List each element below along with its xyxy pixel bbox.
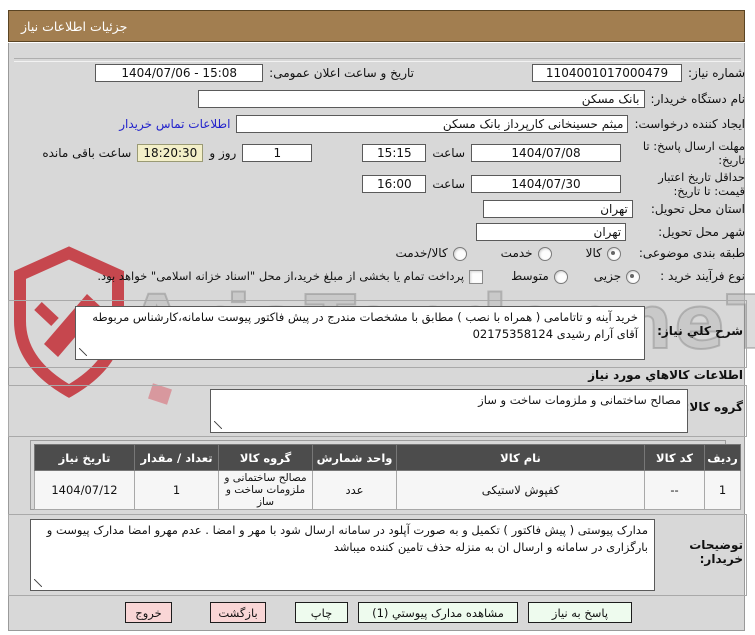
description-label: شرح کلي نیاز:: [657, 324, 743, 338]
subject-class-option-service[interactable]: خدمت: [501, 246, 552, 261]
price-validity-date-field[interactable]: 1404/07/30: [471, 175, 621, 194]
announce-datetime-label: تاریخ و ساعت اعلان عمومی:: [269, 65, 414, 80]
request-creator-field[interactable]: میثم حسینخانی کارپرداز بانک مسکن: [236, 115, 629, 133]
col-item-code: کد کالا: [644, 444, 705, 471]
reply-deadline-label: مهلت ارسال پاسخ: تا تاریخ:: [642, 139, 745, 168]
view-attachments-button[interactable]: مشاهده مدارک پیوستي (1): [358, 602, 518, 623]
price-validity-time-field[interactable]: 16:00: [362, 175, 427, 194]
buyer-notes-textarea[interactable]: مدارک پیوستی ( پیش فاکتور ) تکمیل و به ص…: [30, 519, 655, 591]
reply-to-need-button[interactable]: پاسخ به نیاز: [528, 602, 632, 623]
buyer-org-label: نام دستگاه خریدار:: [650, 91, 746, 106]
radio-goods-icon[interactable]: [606, 246, 621, 261]
radio-minor-icon[interactable]: [626, 269, 641, 284]
row-buyer-org: نام دستگاه خریدار: بانک مسکن: [6, 90, 745, 108]
cell-group: مصالح ساختمانی و ملزومات ساخت و ساز: [218, 469, 313, 511]
items-table-panel: ردیف کد کالا نام کالا واحد شمارش گروه کا…: [30, 440, 741, 511]
row-purchase-type: نوع فرآیند خرید : جزیی متوسط پرداخت تمام…: [6, 269, 745, 284]
goods-group-label: گروه کالا:: [684, 400, 743, 414]
treasury-payment-checkbox[interactable]: پرداخت تمام یا بخشی از مبلغ خرید،از محل …: [97, 269, 484, 284]
province-label: استان محل تحویل:: [650, 201, 745, 216]
reply-deadline-date-field[interactable]: 1404/07/08: [471, 144, 621, 163]
goods-group-field[interactable]: مصالح ساختمانی و ملزومات ساخت و ساز: [210, 389, 688, 433]
subject-class-label: طبقه بندی موضوعی:: [638, 246, 745, 260]
price-validity-label: حداقل تاریخ اعتبار قیمت: تا تاریخ:: [658, 170, 745, 199]
row-city: شهر محل تحویل: تهران: [6, 223, 745, 241]
announce-datetime-field[interactable]: 1404/07/06 - 15:08: [95, 64, 264, 82]
col-need-date: تاریخ نیاز: [34, 444, 135, 471]
table-row: 1 -- کفپوش لاستیکی عدد مصالح ساختمانی و …: [34, 469, 741, 511]
remaining-days-field[interactable]: 1: [242, 144, 313, 163]
checkbox-icon[interactable]: [469, 269, 484, 284]
row-subject-class: طبقه بندی موضوعی: کالا خدمت کالا/خدمت: [6, 246, 745, 261]
items-table-header-row: ردیف کد کالا نام کالا واحد شمارش گروه کا…: [34, 444, 741, 471]
price-validity-time-label: ساعت: [432, 176, 465, 191]
row-price-validity: حداقل تاریخ اعتبار قیمت: تا تاریخ: 1404/…: [6, 170, 745, 199]
buyer-org-field[interactable]: بانک مسکن: [197, 90, 645, 108]
cell-item-code: --: [644, 469, 705, 511]
need-number-label: شماره نیاز:: [688, 65, 745, 80]
request-creator-label: ایجاد کننده درخواست:: [634, 116, 745, 131]
back-button[interactable]: بازگشت: [210, 602, 266, 623]
col-quantity: تعداد / مقدار: [134, 444, 219, 471]
cell-row-number: 1: [704, 469, 741, 511]
radio-medium-icon[interactable]: [553, 269, 568, 284]
radio-goods-service-icon[interactable]: [452, 246, 467, 261]
cell-need-date: 1404/07/12: [34, 469, 135, 511]
remaining-time-label: ساعت باقی مانده: [42, 145, 132, 160]
col-unit: واحد شمارش: [312, 444, 397, 471]
province-field[interactable]: تهران: [482, 200, 633, 218]
description-textarea[interactable]: خرید آینه و تاتامامی ( همراه با نصب ) مط…: [75, 306, 645, 360]
col-group: گروه کالا: [218, 444, 313, 471]
row-province: استان محل تحویل: تهران: [6, 200, 745, 218]
need-number-field[interactable]: 1104001017000479: [532, 64, 682, 82]
col-item-name: نام کالا: [396, 444, 645, 471]
exit-button[interactable]: خروج: [125, 602, 172, 623]
city-field[interactable]: تهران: [476, 223, 627, 241]
city-label: شهر محل تحویل:: [658, 224, 745, 239]
row-reply-deadline: مهلت ارسال پاسخ: تا تاریخ: 1404/07/08 سا…: [6, 139, 745, 168]
cell-quantity: 1: [134, 469, 219, 511]
cell-unit: عدد: [312, 469, 397, 511]
subject-class-option-goods-service[interactable]: کالا/خدمت: [395, 246, 467, 261]
purchase-type-option-medium[interactable]: متوسط: [511, 269, 568, 284]
row-request-creator: ایجاد کننده درخواست: میثم حسینخانی کارپر…: [6, 115, 745, 133]
remaining-days-label: روز و: [209, 145, 237, 160]
cell-item-name: کفپوش لاستیکی: [396, 469, 645, 511]
items-section-title: اطلاعات کالاهاي مورد نیاز: [588, 368, 743, 382]
row-need-number: شماره نیاز: 1104001017000479 تاریخ و ساع…: [6, 64, 745, 82]
buyer-contact-link[interactable]: اطلاعات تماس خریدار: [119, 117, 230, 131]
page-title: جزئیات اطلاعات نیاز: [8, 10, 745, 42]
col-row-number: ردیف: [704, 444, 741, 471]
buyer-notes-label: توضیحات خریدار:: [689, 538, 743, 566]
header-divider: [14, 58, 741, 62]
print-button[interactable]: چاپ: [295, 602, 348, 623]
radio-service-icon[interactable]: [537, 246, 552, 261]
purchase-type-label: نوع فرآیند خرید :: [660, 269, 745, 283]
items-table: ردیف کد کالا نام کالا واحد شمارش گروه کا…: [34, 444, 741, 511]
reply-deadline-time-label: ساعت: [432, 145, 465, 160]
remaining-time-badge: 18:20:30: [137, 144, 204, 163]
reply-deadline-time-field[interactable]: 15:15: [362, 144, 427, 163]
purchase-type-option-minor[interactable]: جزیی: [594, 269, 641, 284]
subject-class-option-goods[interactable]: کالا: [586, 246, 621, 261]
